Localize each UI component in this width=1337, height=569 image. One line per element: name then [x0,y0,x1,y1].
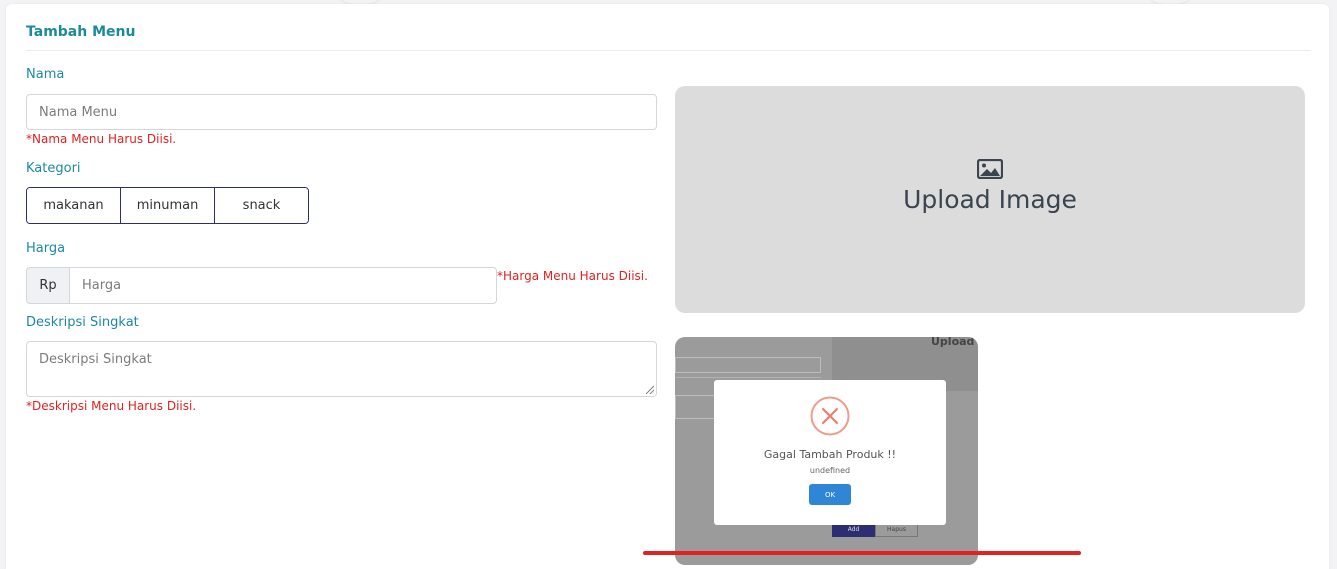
harga-input[interactable]: Harga [69,267,497,304]
preview-bg-line [675,377,821,378]
red-underline-annotation [643,551,1081,555]
deskripsi-error-text: *Deskripsi Menu Harus Diisi. [26,399,197,413]
resize-handle-icon[interactable] [646,386,654,394]
x-circle-icon [810,396,850,436]
preview-bg-field [675,357,821,373]
deskripsi-placeholder: Deskripsi Singkat [39,352,152,367]
deskripsi-textarea[interactable]: Deskripsi Singkat [26,341,657,397]
error-dialog: Gagal Tambah Produk !! undefined OK [714,380,946,525]
kategori-minuman-button[interactable]: minuman [121,188,215,223]
currency-prefix: Rp [26,267,69,304]
dialog-message: undefined [809,466,851,475]
nama-error-text: *Nama Menu Harus Diisi. [26,132,177,146]
kategori-button-group: makanan minuman snack [26,187,309,224]
kategori-snack-button[interactable]: snack [215,188,308,223]
card-title: Tambah Menu [26,24,136,40]
nama-label: Nama [26,67,65,82]
kategori-label: Kategori [26,161,81,176]
harga-error-text: *Harga Menu Harus Diisi. [497,269,648,283]
screenshot-preview: Upload Add Hapus Gagal Tambah Produk !! … [675,337,978,565]
ok-button[interactable]: OK [809,484,851,505]
deskripsi-label: Deskripsi Singkat [26,315,139,330]
harga-input-group: Rp Harga [26,267,497,304]
dialog-title: Gagal Tambah Produk !! [763,448,897,461]
nama-menu-input[interactable]: Nama Menu [26,94,657,130]
title-divider [26,50,1311,51]
upload-image-label: Upload Image [903,185,1077,214]
image-icon [977,159,1003,179]
preview-bg-upload-text: Upload [931,337,975,348]
upload-image-dropzone[interactable]: Upload Image [675,86,1305,313]
harga-label: Harga [26,241,66,256]
kategori-makanan-button[interactable]: makanan [27,188,121,223]
